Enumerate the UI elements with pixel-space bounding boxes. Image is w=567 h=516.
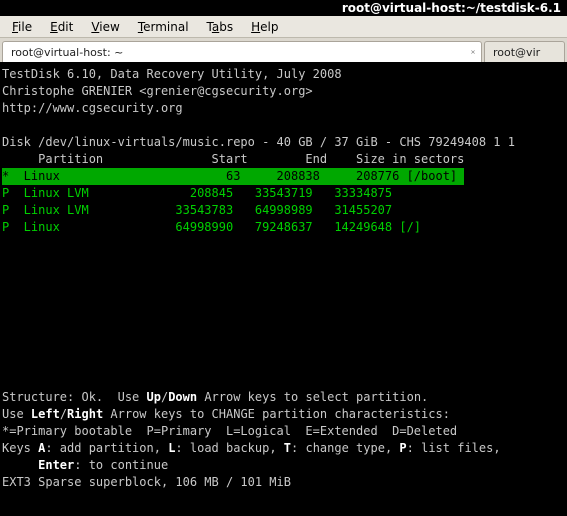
tab-active-label: root@virtual-host: ~ xyxy=(11,46,123,59)
menubar: File Edit View Terminal Tabs Help xyxy=(0,16,567,38)
tabbar: root@virtual-host: ~ root@vir xyxy=(0,38,567,62)
help-line: Structure: Ok. Use Up/Down Arrow keys to… xyxy=(2,390,428,404)
menu-view[interactable]: View xyxy=(83,18,127,36)
fs-line: EXT3 Sparse superblock, 106 MB / 101 MiB xyxy=(2,475,291,489)
tab-active[interactable]: root@virtual-host: ~ xyxy=(2,41,482,62)
keys-line: Keys A: add partition, L: load backup, T… xyxy=(2,441,501,455)
menu-tabs[interactable]: Tabs xyxy=(199,18,242,36)
partition-header: Partition Start End Size in sectors xyxy=(2,152,464,166)
close-icon[interactable] xyxy=(461,45,475,59)
banner-line: Christophe GRENIER <grenier@cgsecurity.o… xyxy=(2,84,313,98)
tab-inactive-label: root@vir xyxy=(493,46,540,59)
menu-edit[interactable]: Edit xyxy=(42,18,81,36)
help-line: Use Left/Right Arrow keys to CHANGE part… xyxy=(2,407,450,421)
keys-line: Enter: to continue xyxy=(2,458,168,472)
tab-inactive[interactable]: root@vir xyxy=(484,41,565,62)
partition-row[interactable]: P Linux LVM 208845 33543719 33334875 xyxy=(2,186,392,200)
menu-terminal[interactable]: Terminal xyxy=(130,18,197,36)
banner-line: http://www.cgsecurity.org xyxy=(2,101,183,115)
terminal-output[interactable]: TestDisk 6.10, Data Recovery Utility, Ju… xyxy=(0,62,567,516)
menu-file[interactable]: File xyxy=(4,18,40,36)
menu-help[interactable]: Help xyxy=(243,18,286,36)
help-line: *=Primary bootable P=Primary L=Logical E… xyxy=(2,424,457,438)
partition-row[interactable]: P Linux 64998990 79248637 14249648 [/] xyxy=(2,220,421,234)
banner-line: TestDisk 6.10, Data Recovery Utility, Ju… xyxy=(2,67,342,81)
disk-line: Disk /dev/linux-virtuals/music.repo - 40… xyxy=(2,135,515,149)
window-title: root@virtual-host:~/testdisk-6.1 xyxy=(0,0,567,16)
partition-row-selected[interactable]: * Linux 63 208838 208776 [/boot] xyxy=(2,168,464,185)
partition-row[interactable]: P Linux LVM 33543783 64998989 31455207 xyxy=(2,203,392,217)
